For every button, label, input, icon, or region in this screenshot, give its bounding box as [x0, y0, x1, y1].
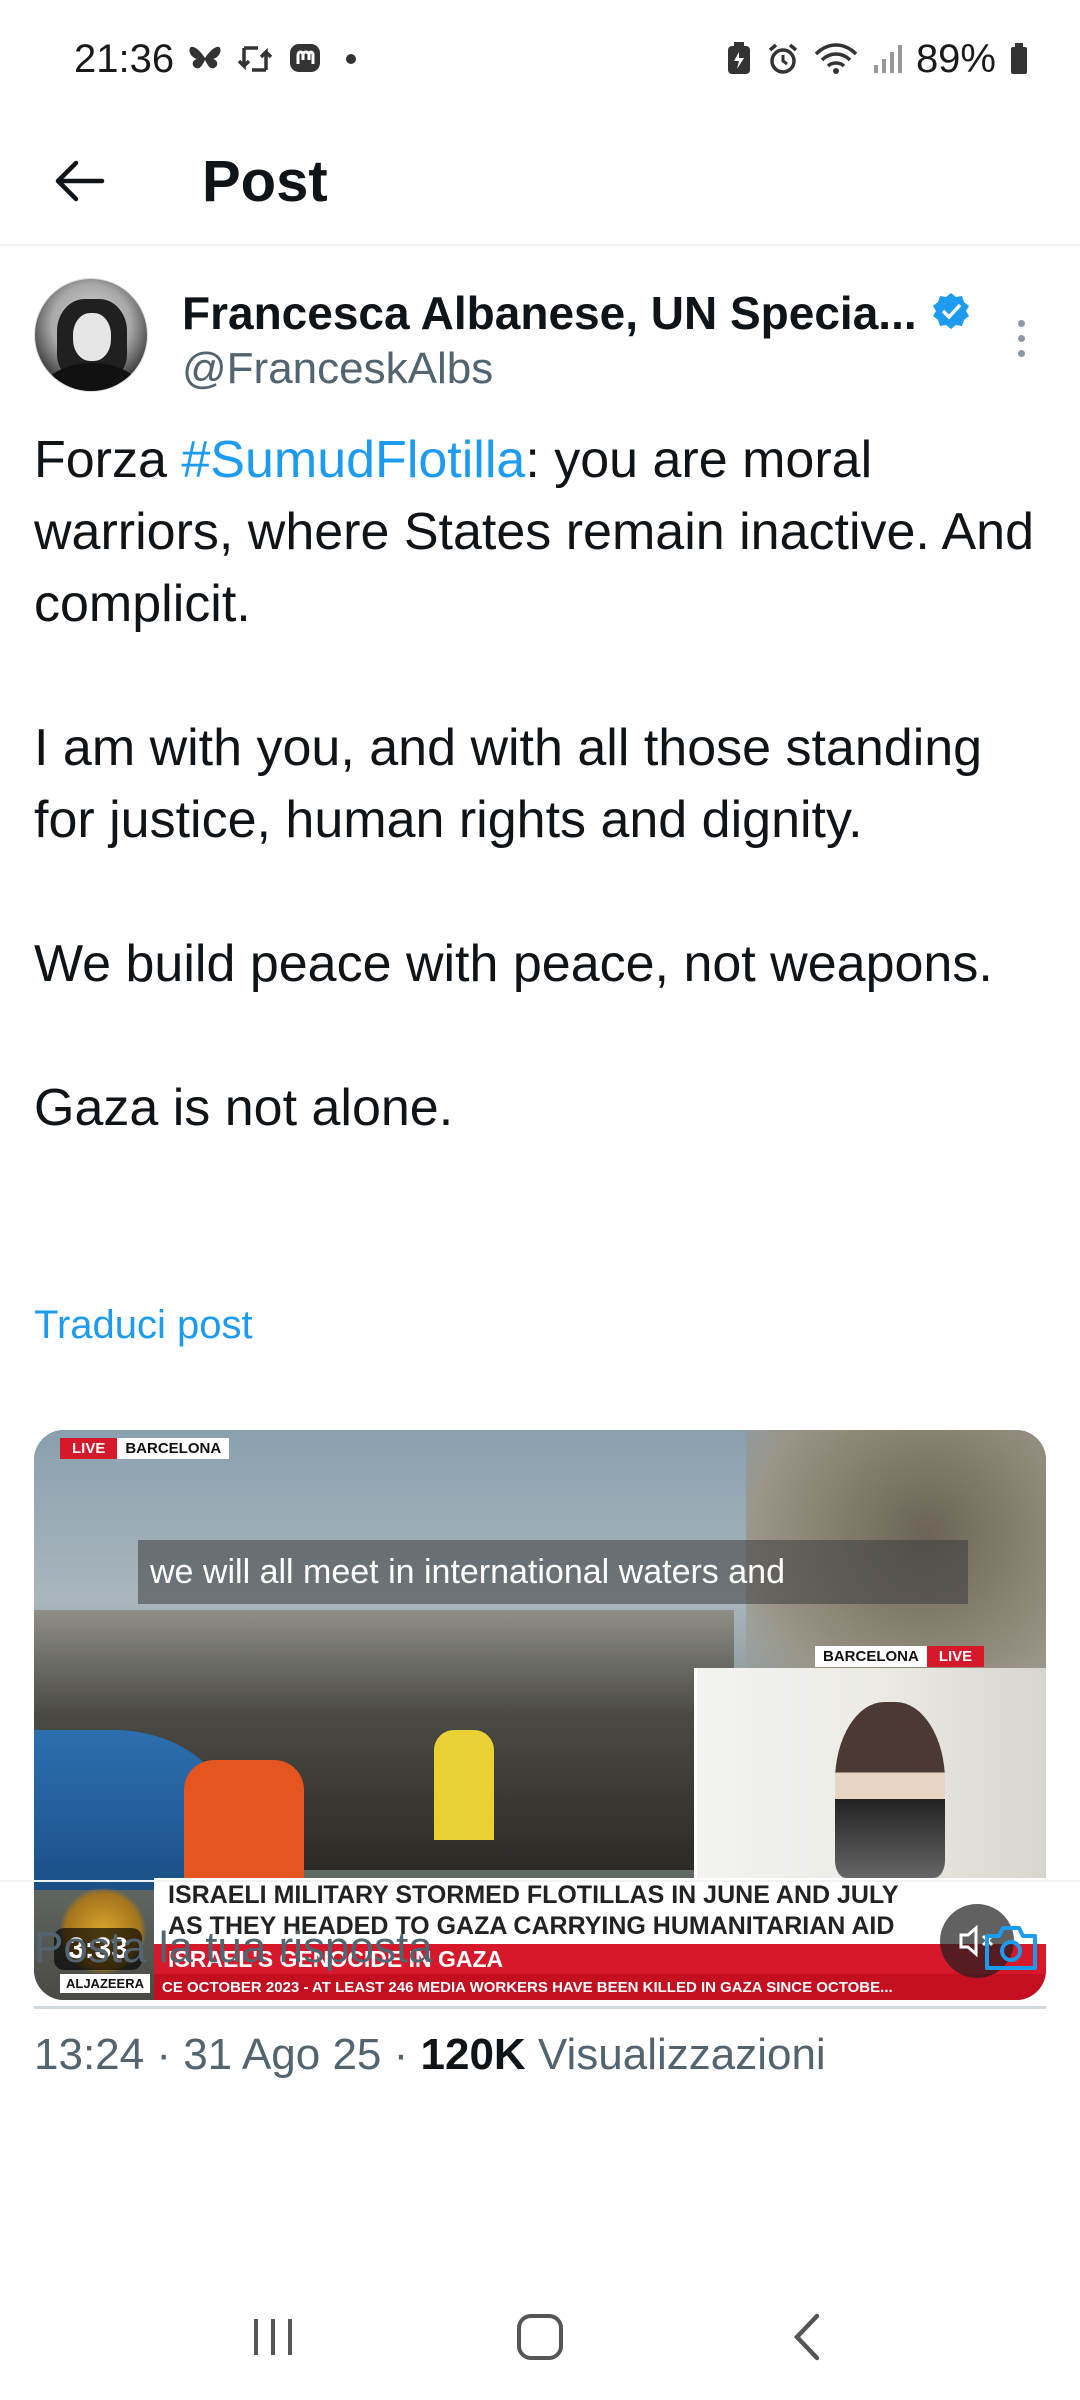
- status-right: 89%: [726, 37, 1028, 82]
- video-inset: BARCELONA LIVE: [694, 1646, 1046, 1878]
- author-row[interactable]: Francesca Albanese, UN Specia... @France…: [34, 278, 1046, 398]
- recent-apps-icon: [254, 2319, 293, 2355]
- author-name-line: Francesca Albanese, UN Specia...: [182, 286, 971, 340]
- retweet-icon: [236, 44, 274, 74]
- wifi-icon: [814, 42, 858, 76]
- avatar[interactable]: [34, 278, 148, 392]
- post-paragraph-4: Gaza is not alone.: [34, 1079, 454, 1137]
- battery-icon: [1010, 43, 1028, 75]
- notification-dot: [346, 54, 357, 64]
- post-meta: 13:24 · 31 Ago 25 · 120K Visualizzazioni: [34, 2030, 826, 2080]
- recent-apps-button[interactable]: [213, 2292, 333, 2382]
- author-name[interactable]: Francesca Albanese, UN Specia...: [182, 286, 917, 340]
- author-handle[interactable]: @FranceskAlbs: [182, 344, 493, 394]
- reply-bar: Posta la tua risposta: [34, 1900, 1046, 1996]
- bluesky-icon: [188, 44, 222, 74]
- battery-saver-icon: [726, 42, 752, 76]
- home-button[interactable]: [480, 2292, 600, 2382]
- battery-percentage: 89%: [915, 36, 996, 81]
- hashtag-link[interactable]: #SumudFlotilla: [181, 431, 525, 489]
- views-label: Visualizzazioni: [525, 2030, 826, 2079]
- post-paragraph-3: We build peace with peace, not weapons.: [34, 935, 993, 993]
- verified-badge-icon: [931, 291, 971, 336]
- translate-post-link[interactable]: Traduci post: [34, 1303, 253, 1348]
- divider: [0, 1880, 1080, 1882]
- camera-button[interactable]: [976, 1913, 1046, 1983]
- home-icon: [516, 2314, 563, 2360]
- system-nav-bar: [0, 2274, 1080, 2400]
- page-title: Post: [202, 148, 328, 214]
- chevron-left-icon: [793, 2313, 819, 2361]
- post-text: Forza #SumudFlotilla: you are moral warr…: [34, 424, 1046, 1144]
- video-caption: we will all meet in international waters…: [138, 1540, 968, 1604]
- status-time: 21:36: [74, 36, 175, 81]
- status-bar: 21:36 89%: [0, 0, 1080, 118]
- system-back-button[interactable]: [747, 2292, 867, 2382]
- more-options-button[interactable]: [996, 298, 1046, 378]
- views-count: 120K: [420, 2030, 526, 2079]
- back-button[interactable]: [40, 141, 120, 221]
- camera-icon: [985, 1926, 1037, 1970]
- app-header: Post: [0, 118, 1080, 246]
- signal-icon: [872, 43, 902, 75]
- back-arrow-icon: [55, 160, 105, 202]
- mastodon-icon: [288, 42, 322, 76]
- reply-underline: [34, 2006, 1046, 2009]
- inset-live-badge: BARCELONA LIVE: [815, 1646, 985, 1667]
- post-paragraph-1: Forza #SumudFlotilla: you are moral warr…: [34, 431, 1034, 633]
- more-dots-icon: [1017, 319, 1025, 327]
- post-timestamp: 13:24 · 31 Ago 25 ·: [34, 2030, 421, 2079]
- alarm-icon: [766, 42, 800, 76]
- post-paragraph-2: I am with you, and with all those standi…: [34, 719, 983, 849]
- status-left: 21:36: [74, 36, 357, 82]
- reply-input[interactable]: Posta la tua risposta: [34, 1923, 433, 1973]
- live-badge: LIVE BARCELONA: [60, 1438, 230, 1459]
